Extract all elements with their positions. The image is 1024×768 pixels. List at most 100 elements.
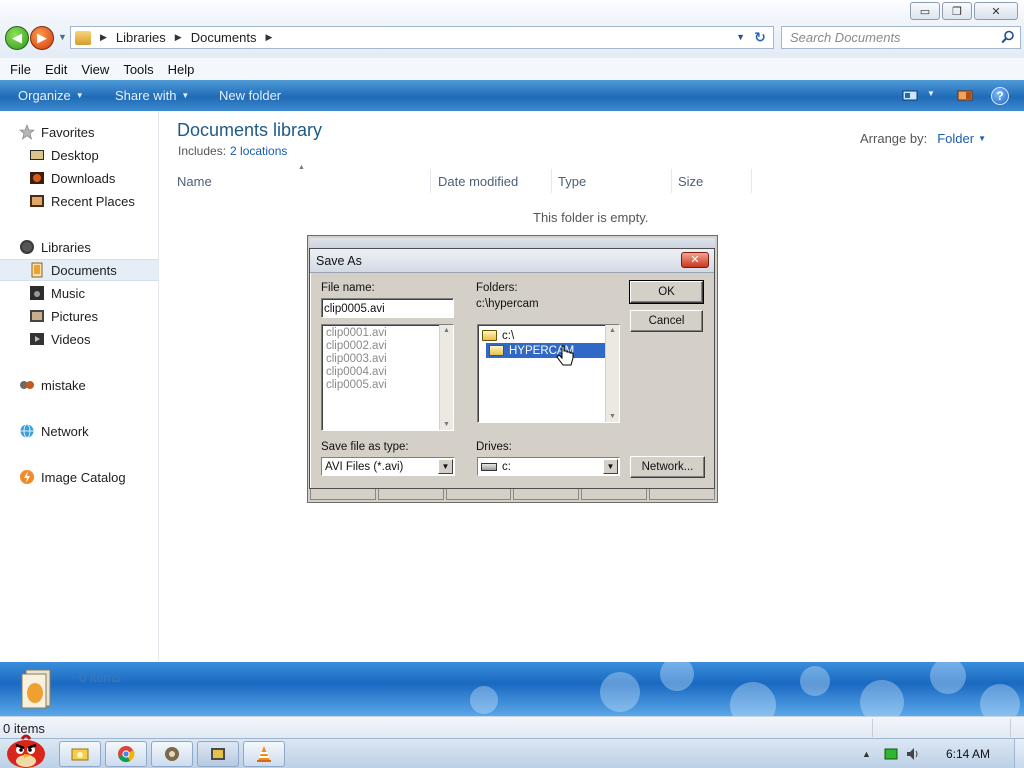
start-button-icon[interactable] [2,731,48,768]
folder-item-root[interactable]: c:\ [482,328,514,343]
scroll-up-icon[interactable]: ▲ [443,327,450,334]
show-desktop-button[interactable] [1014,739,1024,768]
column-header-size[interactable]: Size [672,169,752,193]
dialog-titlebar: Save As ✕ [310,249,714,273]
file-item[interactable]: clip0005.avi [326,379,453,392]
nav-downloads[interactable]: Downloads [0,167,158,189]
menu-file[interactable]: File [3,62,38,77]
nav-pictures[interactable]: Pictures [0,305,158,327]
nav-music-label: Music [51,285,85,301]
folder-tree-scrollbar[interactable]: ▲ ▼ [605,325,619,422]
address-history-dropdown[interactable]: ▼ [736,32,745,42]
nav-music[interactable]: Music [0,282,158,304]
nav-desktop[interactable]: Desktop [0,144,158,166]
bokeh-decoration [730,682,776,716]
restore-button[interactable]: ❐ [942,2,972,20]
cancel-button[interactable]: Cancel [630,310,703,332]
back-button[interactable]: ◀ [5,26,29,50]
file-item[interactable]: clip0002.avi [326,340,453,353]
show-hidden-icons-icon[interactable]: ▲ [862,749,871,759]
breadcrumb-documents[interactable]: Documents [191,30,257,45]
chevron-down-icon[interactable]: ▼ [438,459,453,474]
nav-libraries[interactable]: Libraries [0,236,158,258]
file-name-field[interactable] [321,298,454,318]
file-item[interactable]: clip0001.avi [326,327,453,340]
new-folder-button[interactable]: New folder [219,88,281,103]
menu-view[interactable]: View [74,62,116,77]
search-input[interactable] [790,27,995,48]
network-button[interactable]: Network... [630,456,705,478]
refresh-icon[interactable]: ↻ [751,29,769,46]
forward-arrow-icon: ▶ [37,30,47,45]
change-view-icon[interactable] [902,89,918,102]
open-folder-icon [489,345,504,356]
search-box[interactable] [781,26,1021,49]
breadcrumb-chevron-icon[interactable]: ▶ [175,32,182,43]
file-list[interactable]: clip0001.avi clip0002.avi clip0003.avi c… [321,324,454,431]
drive-select[interactable]: c: ▼ [477,457,620,476]
videos-icon [30,333,44,345]
breadcrumb-chevron-icon[interactable]: ▶ [100,32,107,43]
taskbar-clock[interactable]: 6:14 AM [946,747,990,761]
chevron-down-icon[interactable]: ▼ [603,459,618,474]
taskbar-explorer[interactable] [59,741,101,767]
scroll-up-icon[interactable]: ▲ [609,327,616,334]
folder-item-hypercam[interactable]: HYPERCAM [486,343,609,358]
forward-button[interactable]: ▶ [30,26,54,50]
star-icon [19,124,35,140]
battery-icon[interactable] [884,747,898,761]
arrange-by-dropdown[interactable]: Folder ▼ [937,131,986,146]
menu-help[interactable]: Help [161,62,202,77]
recent-pages-dropdown[interactable]: ▼ [58,32,67,42]
menu-tools[interactable]: Tools [116,62,160,77]
nav-recent-places[interactable]: Recent Places [0,190,158,212]
nav-network[interactable]: Network [0,420,158,442]
empty-folder-message: This folder is empty. [533,210,649,225]
nav-favorites[interactable]: Favorites [0,121,158,143]
dialog-close-button[interactable]: ✕ [681,252,709,268]
file-name-input[interactable] [324,300,450,317]
search-icon[interactable] [1001,30,1015,44]
save-type-select[interactable]: AVI Files (*.avi) ▼ [321,457,455,476]
column-header-date-modified[interactable]: Date modified [432,169,552,193]
taskbar-chrome[interactable] [105,741,147,767]
share-with-label: Share with [115,88,177,103]
organize-button[interactable]: Organize ▼ [18,88,84,103]
volume-icon[interactable] [906,747,920,761]
drive-value: c: [502,460,511,473]
nav-mistake[interactable]: mistake [0,374,158,396]
breadcrumb-chevron-icon[interactable]: ▶ [265,32,272,43]
file-item[interactable]: clip0003.avi [326,353,453,366]
minimize-button[interactable]: ▭ [910,2,940,20]
current-folder-path: c:\hypercam [476,298,539,310]
folder-icon [71,748,89,761]
ok-button[interactable]: OK [629,280,704,304]
close-button[interactable]: ✕ [974,2,1018,20]
breadcrumb-libraries[interactable]: Libraries [116,30,166,45]
column-header-name[interactable]: Name [171,169,431,193]
taskbar-hypercam[interactable] [197,741,239,767]
file-list-scrollbar[interactable]: ▲ ▼ [439,325,453,430]
preview-pane-icon[interactable] [957,89,973,102]
column-header-type[interactable]: Type [552,169,672,193]
nav-image-catalog[interactable]: Image Catalog [0,466,158,488]
address-bar[interactable]: ▶ Libraries ▶ Documents ▶ ▼ ↻ [70,26,774,49]
details-pane: 0 items [0,662,1024,716]
nav-pictures-label: Pictures [51,308,98,324]
menu-edit[interactable]: Edit [38,62,74,77]
file-item[interactable]: clip0004.avi [326,366,453,379]
scroll-down-icon[interactable]: ▼ [609,413,616,420]
nav-videos[interactable]: Videos [0,328,158,350]
libraries-icon [20,240,34,254]
scroll-down-icon[interactable]: ▼ [443,421,450,428]
window-controls: ▭ ❐ ✕ [910,2,1018,20]
taskbar-vlc[interactable] [243,741,285,767]
nav-documents[interactable]: Documents [0,259,158,281]
share-with-button[interactable]: Share with ▼ [115,88,189,103]
help-icon[interactable]: ? [991,87,1009,105]
locations-link[interactable]: 2 locations [230,144,287,158]
folder-tree[interactable]: c:\ HYPERCAM ▲ ▼ [477,324,620,423]
taskbar-app-3[interactable] [151,741,193,767]
view-options-dropdown[interactable]: ▼ [927,89,935,98]
vlc-icon [257,746,271,762]
